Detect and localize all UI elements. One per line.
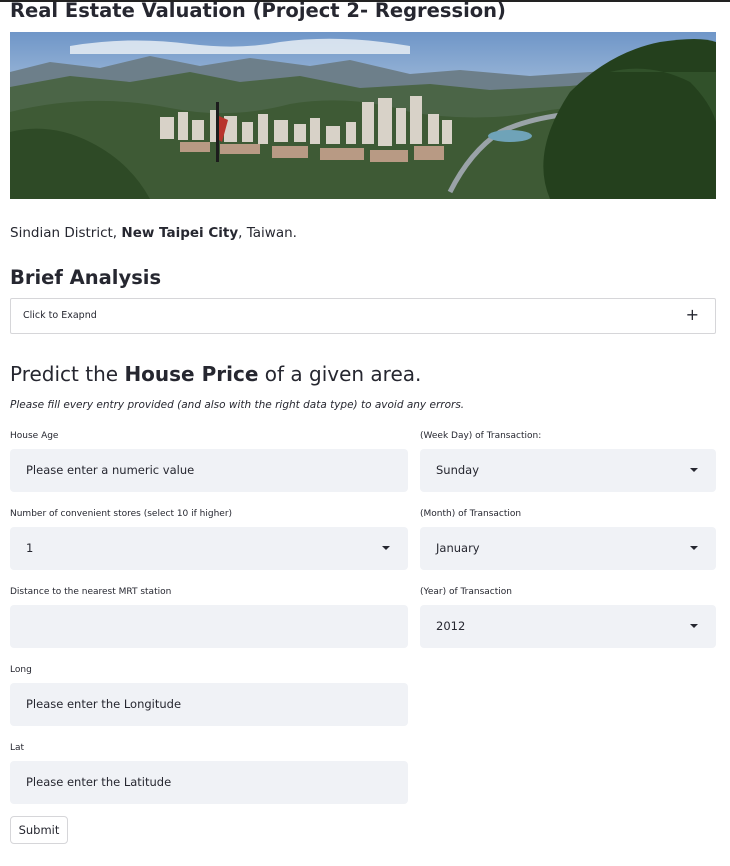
- location-caption: Sindian District, New Taipei City, Taiwa…: [10, 224, 297, 242]
- predict-heading-part1: Predict the: [10, 362, 125, 386]
- latitude-label: Lat: [10, 743, 25, 753]
- analysis-expander[interactable]: Click to Exapnd +: [10, 298, 716, 334]
- weekday-label: (Week Day) of Transaction:: [420, 431, 542, 441]
- stores-select[interactable]: 1: [10, 527, 408, 570]
- chevron-down-icon: [690, 468, 698, 472]
- chevron-down-icon: [690, 546, 698, 550]
- predict-heading-part2: of a given area.: [258, 362, 422, 386]
- caption-district: Sindian District,: [10, 225, 122, 241]
- banner-image: [10, 32, 716, 199]
- house-age-input[interactable]: Please enter a numeric value: [10, 449, 408, 492]
- longitude-input[interactable]: Please enter the Longitude: [10, 683, 408, 726]
- house-age-label: House Age: [10, 431, 59, 441]
- form-instructions: Please fill every entry provided (and al…: [10, 399, 465, 411]
- house-age-placeholder: Please enter a numeric value: [26, 463, 195, 477]
- month-selected-value: January: [436, 541, 480, 555]
- brief-analysis-heading: Brief Analysis: [10, 266, 162, 289]
- longitude-placeholder: Please enter the Longitude: [26, 697, 182, 711]
- year-label: (Year) of Transaction: [420, 587, 512, 597]
- submit-button[interactable]: Submit: [10, 816, 68, 844]
- caption-city: New Taipei City: [121, 225, 239, 241]
- latitude-placeholder: Please enter the Latitude: [26, 775, 172, 789]
- stores-label: Number of convenient stores (select 10 i…: [10, 509, 233, 519]
- month-label: (Month) of Transaction: [420, 509, 522, 519]
- month-select[interactable]: January: [420, 527, 716, 570]
- caption-country: , Taiwan.: [238, 225, 297, 241]
- stores-selected-value: 1: [26, 541, 34, 555]
- year-selected-value: 2012: [436, 619, 466, 633]
- chevron-down-icon: [690, 624, 698, 628]
- mrt-distance-label: Distance to the nearest MRT station: [10, 587, 172, 597]
- predict-heading: Predict the House Price of a given area.: [10, 360, 421, 388]
- mrt-distance-input[interactable]: [10, 605, 408, 648]
- expander-label: Click to Exapnd: [23, 310, 97, 321]
- predict-heading-bold: House Price: [124, 362, 259, 386]
- longitude-label: Long: [10, 665, 32, 675]
- plus-icon[interactable]: +: [686, 306, 699, 324]
- latitude-input[interactable]: Please enter the Latitude: [10, 761, 408, 804]
- weekday-select[interactable]: Sunday: [420, 449, 716, 492]
- year-select[interactable]: 2012: [420, 605, 716, 648]
- weekday-selected-value: Sunday: [436, 463, 480, 477]
- chevron-down-icon: [382, 546, 390, 550]
- page-title: Real Estate Valuation (Project 2- Regres…: [10, 0, 506, 22]
